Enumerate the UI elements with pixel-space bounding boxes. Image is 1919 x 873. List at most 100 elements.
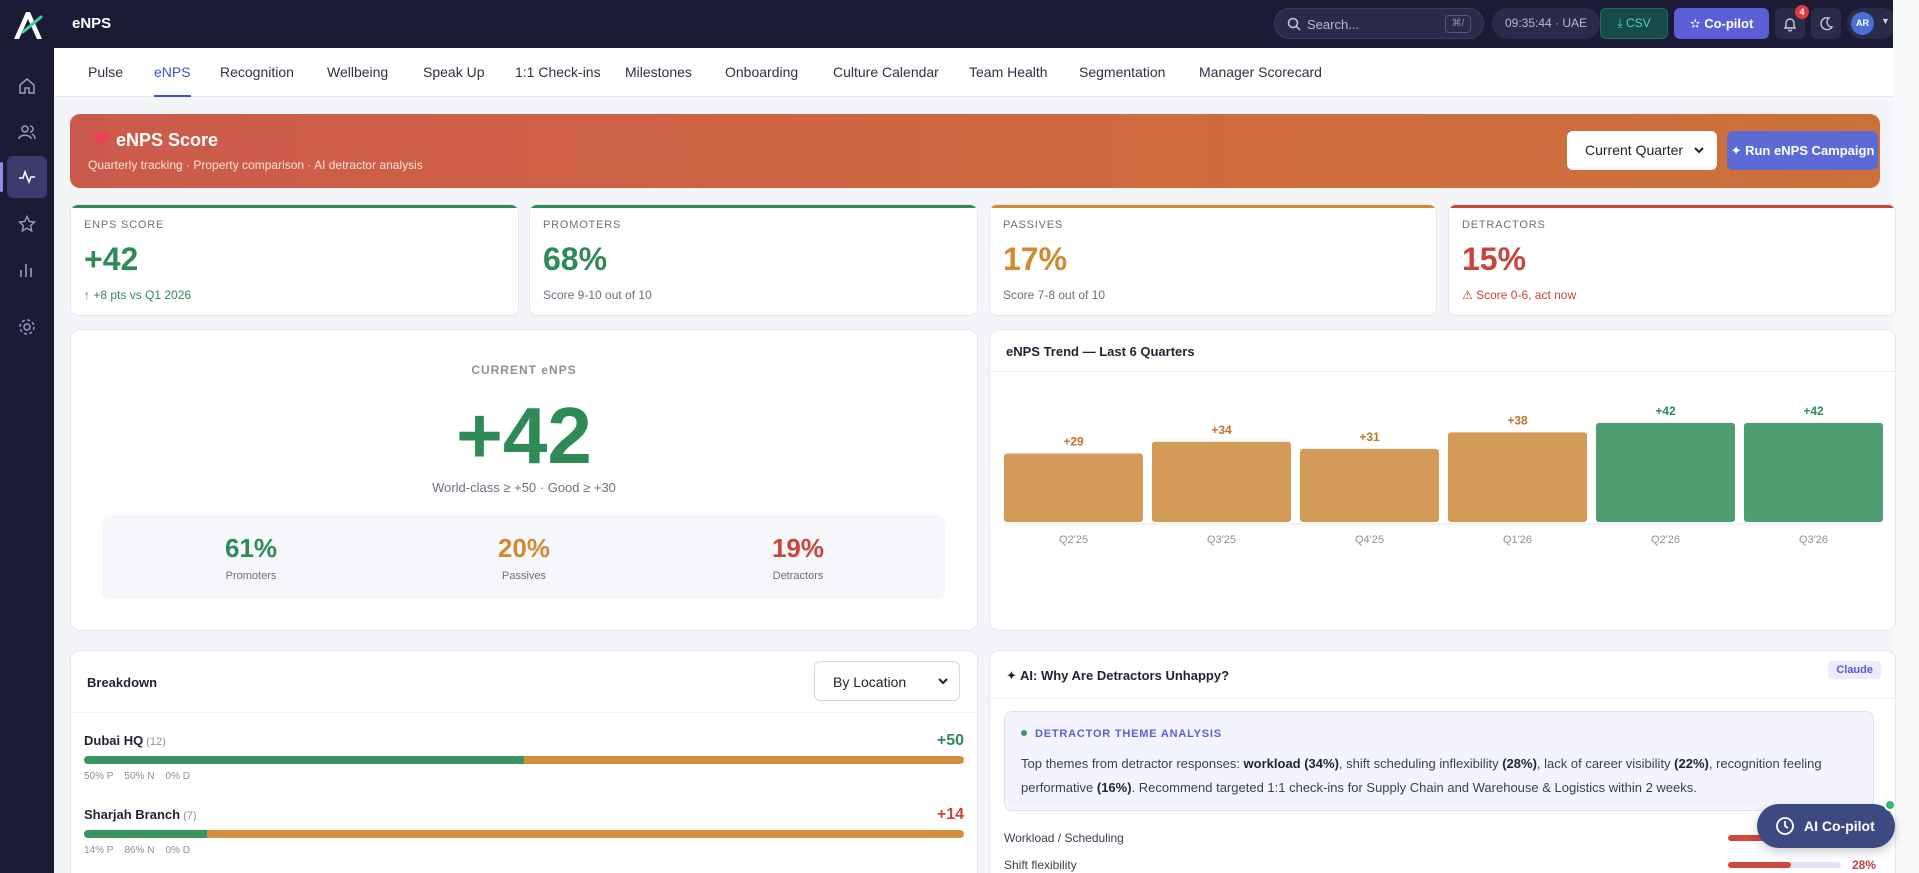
kpi-value: 68%	[543, 241, 608, 277]
bar-value-label: +42	[1655, 404, 1676, 418]
trend-bar[interactable]	[1152, 441, 1291, 522]
enps-trend-chart: +29 Q2'25 +34 Q3'25 +31 Q4'25 +38 Q1'26 +42 Q2'26…	[1004, 404, 1883, 546]
promoter-fill	[84, 756, 524, 764]
kpi-accent	[530, 205, 977, 208]
location-count: (7)	[183, 810, 197, 822]
x-tick-label: Q1'26	[1503, 534, 1532, 546]
enps-trend-panel: eNPS Trend — Last 6 Quarters +29 Q2'25 +34…	[989, 329, 1896, 631]
enps-scale-note: World-class ≥ +50 · Good ≥ +30	[432, 480, 616, 495]
trend-bar[interactable]	[1448, 432, 1587, 522]
run-campaign-button[interactable]: ✦ Run eNPS Campaign	[1727, 131, 1878, 170]
tab-segmentation[interactable]: Segmentation	[1079, 64, 1165, 80]
split-passives: 20% Passives	[424, 533, 624, 582]
topic-label: Workload / Scheduling	[1004, 831, 1124, 845]
home-icon[interactable]	[11, 70, 43, 102]
kpi-sub: Score 9-10 out of 10	[543, 288, 652, 302]
kpi-sub: ⚠ Score 0-6, act now	[1462, 288, 1577, 302]
people-icon[interactable]	[11, 116, 43, 148]
tab-culture-calendar[interactable]: Culture Calendar	[833, 64, 939, 80]
theme-emphasis: workload (34%)	[1243, 756, 1339, 771]
location-meta: 14% P 86% N 0% D	[84, 845, 190, 856]
bar-value-label: +34	[1211, 423, 1232, 437]
theme-toggle[interactable]	[1811, 8, 1841, 39]
ai-copilot-button[interactable]: AI Co-pilot	[1757, 804, 1895, 848]
user-menu[interactable]: AR ▼	[1847, 8, 1897, 39]
theme-text-part: . Recommend targeted 1:1 check-ins for S…	[1131, 780, 1697, 795]
online-status-dot	[1884, 799, 1896, 811]
clock-icon	[1776, 817, 1794, 835]
current-enps-panel: CURRENT eNPS +42 World-class ≥ +50 · Goo…	[70, 329, 978, 631]
tab-bar: Pulse eNPS Recognition Wellbeing Speak U…	[54, 48, 1919, 97]
topic-label: Shift flexibility	[1004, 858, 1077, 872]
topic-bar	[1728, 862, 1841, 868]
copilot-button[interactable]: ✫ Co-pilot	[1674, 8, 1769, 39]
tab-speak-up[interactable]: Speak Up	[423, 64, 484, 80]
moon-icon	[1820, 16, 1834, 30]
status-dot-icon	[1021, 730, 1027, 736]
kpi-value: 17%	[1003, 241, 1068, 277]
panel-header: eNPS Trend — Last 6 Quarters	[990, 330, 1895, 372]
search-placeholder: Search...	[1307, 17, 1360, 32]
x-tick-label: Q2'25	[1059, 534, 1088, 546]
split-value: 61%	[224, 533, 278, 563]
notifications-button[interactable]: 4	[1775, 5, 1809, 39]
tab-team-health[interactable]: Team Health	[969, 64, 1048, 80]
theme-section-text: DETRACTOR THEME ANALYSIS	[1035, 728, 1222, 740]
split-label: Passives	[501, 570, 547, 582]
search-shortcut: ⌘/	[1445, 15, 1471, 33]
kpi-value: 15%	[1462, 241, 1527, 277]
x-tick-label: Q4'25	[1355, 534, 1384, 546]
tab-recognition[interactable]: Recognition	[220, 64, 294, 80]
page-subtitle: Quarterly tracking · Property comparison…	[88, 158, 423, 172]
kpi-label: PASSIVES	[1003, 219, 1063, 231]
period-select[interactable]: Current Quarter	[1567, 131, 1717, 170]
chart-title: eNPS Trend — Last 6 Quarters	[1006, 344, 1195, 359]
current-enps-value: +42	[456, 391, 592, 480]
tab-wellbeing[interactable]: Wellbeing	[327, 64, 388, 80]
kpi-accent	[71, 205, 518, 208]
tab-enps[interactable]: eNPS	[154, 64, 191, 97]
app-logo[interactable]	[11, 8, 45, 42]
x-tick-label: Q3'26	[1799, 534, 1828, 546]
location-name-text: Dubai HQ	[84, 733, 144, 748]
location-score: +14	[936, 806, 964, 823]
search-icon	[1287, 17, 1301, 31]
location-score: +50	[936, 732, 964, 749]
tab-pulse[interactable]: Pulse	[88, 64, 123, 80]
tab-milestones[interactable]: Milestones	[625, 64, 692, 80]
gear-icon[interactable]	[11, 311, 43, 343]
kpi-label: ENPS SCORE	[84, 219, 165, 231]
ai-detractor-panel: ✦ AI: Why Are Detractors Unhappy? Claude…	[989, 650, 1896, 873]
current-enps-label: CURRENT eNPS	[471, 363, 577, 377]
tab-check-ins[interactable]: 1:1 Check-ins	[515, 64, 601, 80]
clock: 09:35:44 · UAE	[1492, 8, 1600, 39]
scrollbar-track[interactable]	[1893, 0, 1919, 873]
location-bar	[84, 830, 964, 838]
ai-copilot-label: AI Co-pilot	[1804, 818, 1875, 834]
csv-export-button[interactable]: ⤓ CSV	[1600, 8, 1668, 39]
bar-chart-icon[interactable]	[11, 254, 43, 286]
trend-bar[interactable]	[1300, 448, 1439, 522]
breakdown-title: Breakdown	[87, 675, 158, 690]
theme-text-part: Top themes from detractor responses:	[1021, 756, 1244, 771]
trend-bar[interactable]	[1004, 453, 1143, 522]
promoter-fill	[84, 830, 208, 838]
trend-bar[interactable]	[1596, 422, 1735, 522]
chevron-down-icon	[938, 678, 948, 685]
pulse-icon[interactable]	[0, 156, 47, 198]
star-icon[interactable]	[11, 208, 43, 240]
trend-bar[interactable]	[1744, 422, 1883, 522]
tab-manager-scorecard[interactable]: Manager Scorecard	[1199, 64, 1322, 80]
location-name: Dubai HQ (12)	[84, 733, 166, 748]
kpi-accent	[990, 205, 1436, 208]
split-promoters: 61% Promoters	[151, 533, 351, 582]
breakdown-panel: Breakdown By Location Dubai HQ (12) +50 5…	[70, 650, 978, 873]
breakdown-group-select[interactable]: By Location	[814, 661, 960, 701]
tab-onboarding[interactable]: Onboarding	[725, 64, 798, 80]
heart-icon	[93, 132, 109, 146]
search-input[interactable]: Search... ⌘/	[1274, 8, 1484, 39]
location-name: Sharjah Branch (7)	[84, 807, 197, 822]
split-value: 19%	[771, 533, 825, 563]
kpi-promoters: PROMOTERS 68% Score 9-10 out of 10	[529, 204, 978, 316]
chevron-down-icon: ▼	[1881, 16, 1890, 26]
